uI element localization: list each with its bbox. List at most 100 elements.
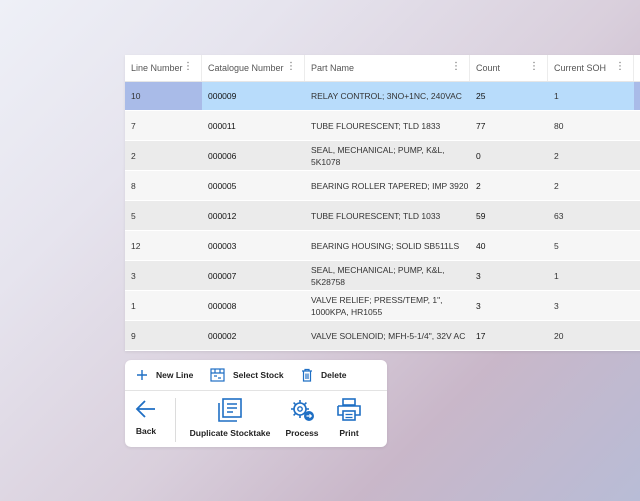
cell-current-soh[interactable]: 1 (548, 82, 634, 110)
action-row-primary: New Line Select Stock Delete (125, 360, 387, 391)
cell-part-name[interactable]: SEAL, MECHANICAL; PUMP, K&L, 5K1078 (305, 141, 470, 170)
table-row[interactable]: 3 000007 SEAL, MECHANICAL; PUMP, K&L, 5K287… (125, 261, 640, 291)
delete-button[interactable]: Delete (301, 368, 347, 382)
part-name-line: TUBE FLOURESCENT; TLD 1833 (311, 120, 441, 131)
column-menu-icon[interactable]: ⋮ (615, 62, 625, 72)
column-header-line-number[interactable]: Line Number ⋮ (125, 55, 202, 81)
plus-icon (137, 370, 147, 380)
cell-count[interactable]: 25 (470, 82, 548, 110)
cell-count[interactable]: 77 (470, 111, 548, 140)
cell-part-name[interactable]: TUBE FLOURESCENT; TLD 1833 (305, 111, 470, 140)
column-header-next[interactable] (634, 55, 640, 81)
cell-count[interactable]: 59 (470, 201, 548, 230)
cell-current-soh[interactable]: 63 (548, 201, 634, 230)
part-name-line: TUBE FLOURESCENT; TLD 1033 (311, 210, 441, 221)
cell-next[interactable] (634, 82, 640, 110)
cell-current-soh[interactable]: 5 (548, 231, 634, 260)
part-name-line: BEARING HOUSING; SOLID SB511LS (311, 240, 460, 251)
cell-next[interactable] (634, 261, 640, 290)
cell-count[interactable]: 17 (470, 321, 548, 350)
cell-catalogue-number[interactable]: 000002 (202, 321, 305, 350)
action-panel: New Line Select Stock Delete Back Duplic… (125, 360, 387, 447)
table-row[interactable]: 12 000003 BEARING HOUSING; SOLID SB511LS 40… (125, 231, 640, 261)
cell-count[interactable]: 40 (470, 231, 548, 260)
cell-count[interactable]: 3 (470, 261, 548, 290)
cell-count[interactable]: 2 (470, 171, 548, 200)
cell-line-number[interactable]: 2 (125, 141, 202, 170)
cell-line-number[interactable]: 3 (125, 261, 202, 290)
table-row[interactable]: 7 000011 TUBE FLOURESCENT; TLD 1833 77 80 (125, 111, 640, 141)
cell-catalogue-number[interactable]: 000011 (202, 111, 305, 140)
select-stock-button[interactable]: Select Stock (210, 368, 284, 382)
part-name-line: 5K1078 (311, 156, 341, 167)
cell-count[interactable]: 0 (470, 141, 548, 170)
cell-next[interactable] (634, 201, 640, 230)
cell-catalogue-number[interactable]: 000007 (202, 261, 305, 290)
cell-line-number[interactable]: 5 (125, 201, 202, 230)
cell-current-soh[interactable]: 80 (548, 111, 634, 140)
cell-line-number[interactable]: 1 (125, 291, 202, 320)
column-menu-icon[interactable]: ⋮ (286, 62, 296, 72)
app-frame: Line Number ⋮ Catalogue Number ⋮ Part Na… (0, 0, 640, 501)
cell-catalogue-number[interactable]: 000006 (202, 141, 305, 170)
cell-next[interactable] (634, 321, 640, 350)
cell-part-name[interactable]: VALVE SOLENOID; MFH-5-1/4", 32V AC (305, 321, 470, 350)
table-row[interactable]: 5 000012 TUBE FLOURESCENT; TLD 1033 59 63 (125, 201, 640, 231)
cell-part-name[interactable]: VALVE RELIEF; PRESS/TEMP, 1", 1000KPA, HR… (305, 291, 470, 320)
cell-current-soh[interactable]: 20 (548, 321, 634, 350)
column-menu-icon[interactable]: ⋮ (529, 62, 539, 72)
cell-line-number[interactable]: 8 (125, 171, 202, 200)
cell-part-name[interactable]: BEARING ROLLER TAPERED; IMP 3920 (305, 171, 470, 200)
part-name-line: 1000KPA, HR1055 (311, 306, 383, 317)
copy-document-icon (218, 398, 242, 422)
cell-current-soh[interactable]: 2 (548, 171, 634, 200)
cell-line-number[interactable]: 7 (125, 111, 202, 140)
cell-line-number[interactable]: 12 (125, 231, 202, 260)
cell-count[interactable]: 3 (470, 291, 548, 320)
column-header-current-soh[interactable]: Current SOH ⋮ (548, 55, 634, 81)
back-button[interactable]: Back (133, 398, 159, 436)
stocktake-lines-grid: Line Number ⋮ Catalogue Number ⋮ Part Na… (125, 55, 640, 351)
part-name-line: RELAY CONTROL; 3NO+1NC, 240VAC (311, 91, 462, 101)
cell-catalogue-number[interactable]: 000005 (202, 171, 305, 200)
part-name-line: BEARING ROLLER TAPERED; IMP 3920 (311, 180, 469, 191)
cell-next[interactable] (634, 291, 640, 320)
cell-current-soh[interactable]: 3 (548, 291, 634, 320)
cell-next[interactable] (634, 231, 640, 260)
cell-current-soh[interactable]: 1 (548, 261, 634, 290)
table-row[interactable]: 10 000009 RELAY CONTROL; 3NO+1NC, 240VAC 25… (125, 82, 640, 111)
table-row[interactable]: 9 000002 VALVE SOLENOID; MFH-5-1/4", 32V A… (125, 321, 640, 351)
arrow-left-icon (135, 400, 155, 418)
table-row[interactable]: 2 000006 SEAL, MECHANICAL; PUMP, K&L, 5K107… (125, 141, 640, 171)
column-menu-icon[interactable]: ⋮ (183, 62, 193, 72)
cell-next[interactable] (634, 141, 640, 170)
cell-next[interactable] (634, 171, 640, 200)
cell-part-name[interactable]: RELAY CONTROL; 3NO+1NC, 240VAC (305, 82, 470, 110)
column-menu-icon[interactable]: ⋮ (451, 62, 461, 72)
cell-line-number[interactable]: 10 (125, 82, 202, 110)
cell-part-name[interactable]: SEAL, MECHANICAL; PUMP, K&L, 5K28758 (305, 261, 470, 290)
table-row[interactable]: 1 000008 VALVE RELIEF; PRESS/TEMP, 1", 1000… (125, 291, 640, 321)
cell-part-name[interactable]: BEARING HOUSING; SOLID SB511LS (305, 231, 470, 260)
part-name-line: VALVE SOLENOID; MFH-5-1/4", 32V AC (311, 330, 466, 341)
cell-catalogue-number[interactable]: 000003 (202, 231, 305, 260)
part-name-line: SEAL, MECHANICAL; PUMP, K&L, (311, 264, 445, 275)
column-header-catalogue-number[interactable]: Catalogue Number ⋮ (202, 55, 305, 81)
printer-icon (337, 398, 361, 421)
cell-catalogue-number[interactable]: 000008 (202, 291, 305, 320)
cell-part-name[interactable]: TUBE FLOURESCENT; TLD 1033 (305, 201, 470, 230)
cell-catalogue-number[interactable]: 000012 (202, 201, 305, 230)
table-row[interactable]: 8 000005 BEARING ROLLER TAPERED; IMP 3920 2… (125, 171, 640, 201)
inventory-icon (210, 368, 225, 382)
cell-next[interactable] (634, 111, 640, 140)
column-header-part-name[interactable]: Part Name ⋮ (305, 55, 470, 81)
part-name-line: SEAL, MECHANICAL; PUMP, K&L, (311, 144, 445, 155)
cell-current-soh[interactable]: 2 (548, 141, 634, 170)
column-header-count[interactable]: Count ⋮ (470, 55, 548, 81)
cell-line-number[interactable]: 9 (125, 321, 202, 350)
cell-catalogue-number[interactable]: 000009 (202, 82, 305, 110)
print-button[interactable]: Print (336, 398, 362, 438)
new-line-button[interactable]: New Line (136, 368, 193, 382)
process-button[interactable]: Process (284, 398, 320, 438)
duplicate-stocktake-button[interactable]: Duplicate Stocktake (189, 398, 271, 438)
